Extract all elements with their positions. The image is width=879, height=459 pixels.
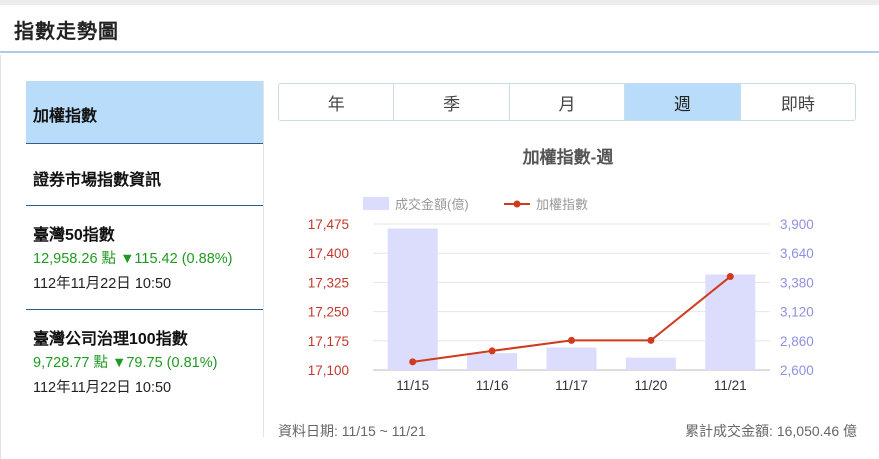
legend-line-marker: [513, 200, 521, 208]
tab-realtime[interactable]: 即時: [741, 84, 855, 120]
total-volume: 累計成交金額: 16,050.46 億: [685, 423, 857, 439]
page-header: 指數走勢圖: [0, 5, 879, 53]
y-right-tick-label: 3,900: [780, 217, 814, 232]
volume-bar: [467, 353, 518, 370]
tab-month[interactable]: 月: [510, 84, 626, 120]
period-tabs: 年 季 月 週 即時: [278, 83, 856, 121]
data-date-range: 資料日期: 11/15 ~ 11/21: [278, 423, 426, 439]
sidebar-item-label: 臺灣公司治理100指數: [33, 331, 188, 348]
index-point: [647, 336, 655, 344]
left-border: [0, 55, 1, 459]
index-datetime: 112年11月22日 10:50: [33, 276, 172, 292]
index-point: [488, 347, 496, 355]
y-left-tick-label: 17,325: [308, 275, 349, 290]
tab-year[interactable]: 年: [279, 84, 395, 120]
x-tick-label: 11/17: [555, 378, 588, 393]
index-point: [568, 336, 575, 344]
volume-bar: [625, 357, 676, 370]
volume-bar: [705, 274, 756, 370]
y-left-tick-label: 17,475: [308, 217, 349, 232]
y-left-tick-label: 17,250: [308, 305, 349, 320]
sidebar-item-market-info[interactable]: 證券市場指數資訊: [26, 144, 263, 206]
volume-bar: [387, 228, 438, 370]
index-datetime: 112年11月22日 10:50: [33, 380, 172, 396]
y-left-tick-label: 17,100: [308, 363, 349, 378]
tab-week[interactable]: 週: [625, 84, 741, 120]
legend-bar-label: 成交金額(億): [395, 197, 469, 212]
y-right-tick-label: 2,860: [780, 334, 814, 349]
legend-bar-swatch: [363, 197, 389, 210]
chart-area: 加權指數-週成交金額(億) 加權指數 17,100 2,600 17,175 2,860 1…: [278, 130, 878, 450]
sidebar-item-label: 加權指數: [33, 108, 98, 125]
index-value: 9,728.77 點 ▼79.75 (0.81%): [33, 355, 218, 371]
x-tick-label: 11/16: [476, 378, 509, 393]
y-right-tick-label: 3,120: [780, 305, 814, 320]
y-left-tick-label: 17,400: [308, 246, 349, 261]
x-tick-label: 11/20: [635, 378, 668, 393]
y-right-tick-label: 3,640: [780, 246, 814, 261]
index-point: [409, 358, 417, 366]
x-tick-label: 11/15: [396, 378, 429, 393]
y-left-tick-label: 17,175: [308, 334, 349, 349]
index-chart: 加權指數-週成交金額(億) 加權指數 17,100 2,600 17,175 2,860 1…: [308, 147, 814, 393]
index-value: 12,958.26 點 ▼115.42 (0.88%): [33, 251, 233, 267]
x-tick-label: 11/21: [714, 378, 747, 393]
tab-quarter[interactable]: 季: [394, 84, 510, 120]
legend-line-label: 加權指數: [536, 197, 588, 212]
volume-bar: [546, 347, 597, 370]
sidebar-item-label: 證券市場指數資訊: [33, 172, 162, 189]
vertical-divider: [263, 81, 264, 437]
y-right-tick-label: 3,380: [780, 275, 814, 290]
index-point: [726, 273, 734, 281]
sidebar-item-taiwan50[interactable]: 臺灣50指數 12,958.26 點 ▼115.42 (0.88%) 112年1…: [26, 206, 263, 310]
y-right-tick-label: 2,600: [780, 363, 814, 378]
sidebar: 加權指數 證券市場指數資訊 臺灣50指數 12,958.26 點 ▼115.42…: [26, 81, 263, 414]
chart-title: 加權指數-週: [522, 147, 614, 167]
page-title: 指數走勢圖: [14, 19, 119, 43]
sidebar-item-label: 臺灣50指數: [33, 227, 115, 244]
sidebar-item-taiex[interactable]: 加權指數: [26, 81, 263, 144]
sidebar-item-governance100[interactable]: 臺灣公司治理100指數 9,728.77 點 ▼79.75 (0.81%) 11…: [26, 310, 263, 414]
